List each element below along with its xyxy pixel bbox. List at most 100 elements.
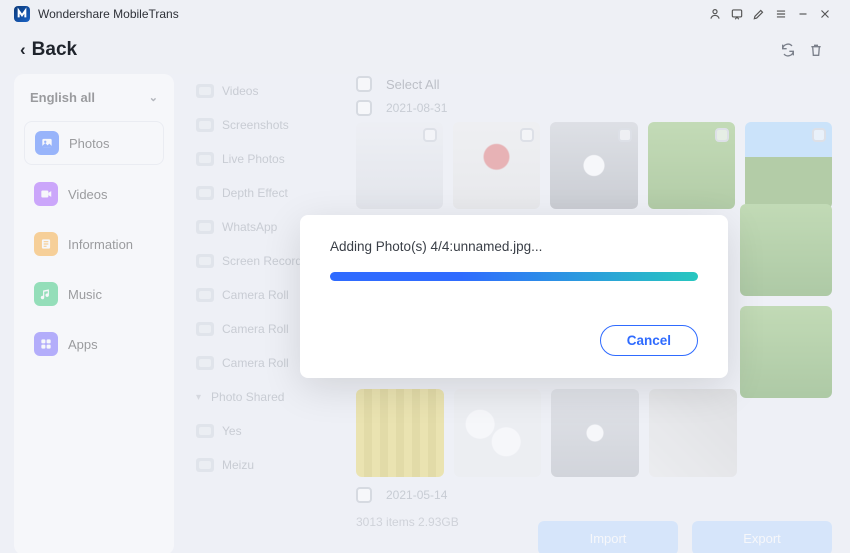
export-button[interactable]: Export [692,521,832,553]
category-item[interactable]: Videos [188,78,338,104]
progress-message: Adding Photo(s) 4/4:unnamed.jpg... [330,239,698,254]
checkbox[interactable] [520,128,534,142]
folder-icon [196,152,214,166]
folder-icon [196,186,214,200]
checkbox[interactable] [356,76,372,92]
folder-icon [196,118,214,132]
videos-icon [34,182,58,206]
refresh-button[interactable] [774,36,802,64]
thumbnail[interactable] [745,122,832,209]
caret-down-icon: ▾ [196,392,201,403]
sidebar-item-label: Photos [69,136,109,151]
cancel-button[interactable]: Cancel [600,325,698,356]
folder-icon [196,322,214,336]
side-thumbnails [740,204,832,398]
sidebar-item-music[interactable]: Music [24,273,164,315]
thumbnail[interactable] [550,122,637,209]
date-group[interactable]: 2021-05-14 [356,485,832,509]
sidebar: English all ⌄ Photos Videos Information … [14,74,174,553]
category-label: Meizu [222,458,254,472]
category-label: Photo Shared [211,390,284,404]
app-title: Wondershare MobileTrans [38,7,179,21]
category-label: Camera Roll [222,356,289,370]
checkbox[interactable] [812,128,826,142]
menu-icon[interactable] [770,3,792,25]
edit-icon[interactable] [748,3,770,25]
photos-icon [35,131,59,155]
sidebar-item-information[interactable]: Information [24,223,164,265]
category-item[interactable]: ▾ Photo Shared [188,384,338,410]
close-icon[interactable] [814,3,836,25]
thumbnail[interactable] [551,389,639,477]
sidebar-item-label: Information [68,237,133,252]
date-group[interactable]: 2021-08-31 [356,98,832,122]
language-selector[interactable]: English all ⌄ [24,86,164,113]
category-label: Live Photos [222,152,285,166]
thumbnail[interactable] [740,306,832,398]
checkbox[interactable] [356,487,372,503]
date-label: 2021-08-31 [386,101,447,115]
button-label: Cancel [627,333,671,348]
category-label: WhatsApp [222,220,277,234]
folder-icon [196,84,214,98]
checkbox[interactable] [356,100,372,116]
category-label: Yes [222,424,242,438]
import-button[interactable]: Import [538,521,678,553]
select-all-label: Select All [386,77,439,92]
thumbnail[interactable] [648,122,735,209]
category-item[interactable]: Depth Effect [188,180,338,206]
sidebar-item-photos[interactable]: Photos [24,121,164,165]
chevron-left-icon: ‹ [20,40,26,60]
category-item[interactable]: Screenshots [188,112,338,138]
thumbnail[interactable] [740,204,832,296]
progress-dialog: Adding Photo(s) 4/4:unnamed.jpg... Cance… [300,215,728,378]
sidebar-item-apps[interactable]: Apps [24,323,164,365]
apps-icon [34,332,58,356]
music-icon [34,282,58,306]
category-label: Depth Effect [222,186,288,200]
account-icon[interactable] [704,3,726,25]
sidebar-item-videos[interactable]: Videos [24,173,164,215]
checkbox[interactable] [618,128,632,142]
thumbnail-grid [356,122,832,209]
back-button[interactable]: ‹ Back [20,39,77,61]
folder-icon [196,356,214,370]
thumbnail[interactable] [356,389,444,477]
folder-icon [196,424,214,438]
category-item[interactable]: Live Photos [188,146,338,172]
minimize-icon[interactable] [792,3,814,25]
progress-bar-fill [330,272,698,281]
sidebar-item-label: Music [68,287,102,302]
folder-icon [196,458,214,472]
button-label: Export [743,531,781,546]
chevron-down-icon: ⌄ [149,91,158,104]
thumbnail[interactable] [649,389,737,477]
category-label: Camera Roll [222,288,289,302]
category-label: Screenshots [222,118,289,132]
action-buttons: Import Export [538,521,832,553]
thumbnail[interactable] [453,122,540,209]
information-icon [34,232,58,256]
checkbox[interactable] [423,128,437,142]
folder-icon [196,288,214,302]
thumbnail[interactable] [454,389,542,477]
category-item[interactable]: Meizu [188,452,338,478]
select-all-row[interactable]: Select All [356,74,832,98]
sidebar-item-label: Apps [68,337,98,352]
toolbar: ‹ Back [0,28,850,74]
category-item[interactable]: Yes [188,418,338,444]
thumbnail[interactable] [356,122,443,209]
button-label: Import [590,531,627,546]
feedback-icon[interactable] [726,3,748,25]
sidebar-item-label: Videos [68,187,108,202]
category-label: Videos [222,84,258,98]
progress-bar-track [330,272,698,281]
category-label: Camera Roll [222,322,289,336]
delete-button[interactable] [802,36,830,64]
titlebar: Wondershare MobileTrans [0,0,850,28]
language-label: English all [30,90,95,105]
folder-icon [196,254,214,268]
thumbnail-grid [356,389,737,477]
folder-icon [196,220,214,234]
checkbox[interactable] [715,128,729,142]
